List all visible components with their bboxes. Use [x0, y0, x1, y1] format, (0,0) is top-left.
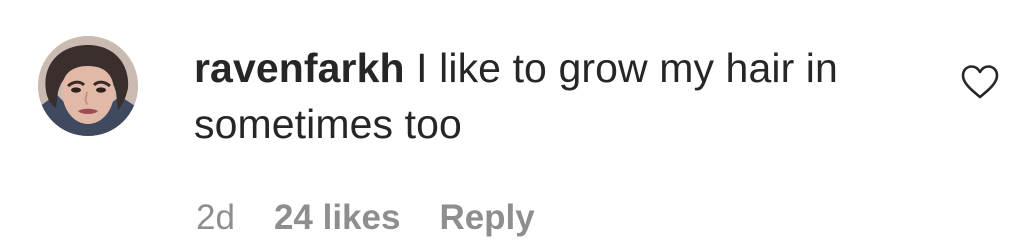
- heart-outline-icon: [961, 65, 999, 99]
- likes-count-button[interactable]: 24 likes: [274, 198, 401, 238]
- reply-button[interactable]: Reply: [439, 198, 534, 238]
- comment-body: ravenfarkh I like to grow my hair in som…: [194, 40, 934, 152]
- avatar[interactable]: [38, 36, 138, 136]
- timestamp[interactable]: 2d: [196, 198, 235, 238]
- comment-meta: 2d 24 likes Reply: [196, 194, 535, 242]
- username-link[interactable]: ravenfarkh: [194, 45, 405, 91]
- comment-item: ravenfarkh I like to grow my hair in som…: [0, 0, 1024, 248]
- like-button[interactable]: [960, 64, 1000, 100]
- avatar-photo: [38, 36, 138, 136]
